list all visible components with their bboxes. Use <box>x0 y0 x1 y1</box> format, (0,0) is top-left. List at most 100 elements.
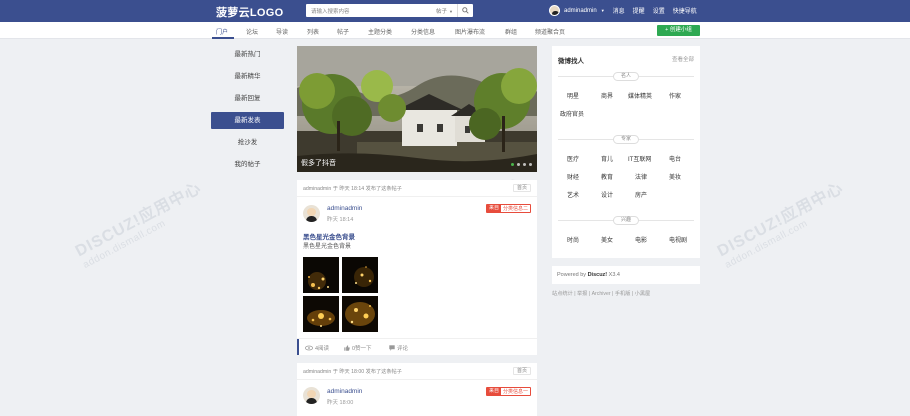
tag-link[interactable]: 商界 <box>601 91 613 100</box>
nav-item-posts[interactable]: 帖子 <box>337 27 349 36</box>
image-slider[interactable]: 假多了抖音 <box>297 46 537 172</box>
post-tag[interactable]: 首页 <box>512 367 531 375</box>
watermark: DISCUZ!应用中心addon.dismall.com <box>714 179 847 271</box>
post-title[interactable]: 黑色星光金色背景 <box>303 231 355 241</box>
like-button[interactable]: 0赞一下 <box>344 344 372 352</box>
chevron-down-icon[interactable]: ▼ <box>601 8 605 13</box>
tag-link[interactable]: 美妆 <box>669 172 681 181</box>
tag-link[interactable]: 法律 <box>635 172 647 181</box>
avatar[interactable] <box>549 5 560 16</box>
slider-dot[interactable] <box>529 163 532 166</box>
tag-link[interactable]: IT互联网 <box>628 154 651 163</box>
tag-link[interactable]: 财经 <box>567 172 579 181</box>
people-panel: 微博找人 查看全部 名人 明星 商界 媒体精英 作家 政府官员 专家 医疗 育儿… <box>552 46 700 258</box>
active-indicator <box>297 339 299 355</box>
tag-link[interactable]: 设计 <box>601 190 613 199</box>
search-button[interactable] <box>457 4 473 17</box>
footer-links[interactable]: 站点统计 | 举报 | Archiver | 手机版 | 小黑屋 <box>552 290 650 297</box>
post-source-badge[interactable]: 来自 分类信息一 <box>485 387 531 396</box>
comment-button[interactable]: 评论 <box>389 344 408 352</box>
view-all-link[interactable]: 查看全部 <box>672 55 694 63</box>
post-tag[interactable]: 首页 <box>512 184 531 192</box>
tag-link[interactable]: 明星 <box>567 91 579 100</box>
nav-item-classified[interactable]: 分类信息 <box>411 27 435 36</box>
slider-image <box>297 46 537 172</box>
nav-item-guide[interactable]: 导读 <box>276 27 288 36</box>
left-menu: 最新热门 最新精华 最新回复 最新发表 抢沙发 我的帖子 <box>211 46 284 178</box>
tag-link[interactable]: 电视剧 <box>669 235 687 244</box>
tag-link[interactable]: 电影 <box>635 235 647 244</box>
nav-item-channel[interactable]: 频道聚合页 <box>535 27 565 36</box>
tag-group: 兴趣 时尚 美女 电影 电视剧 <box>558 216 694 246</box>
nav-item-list[interactable]: 列表 <box>307 27 319 36</box>
link-settings[interactable]: 设置 <box>653 6 665 15</box>
post-image[interactable] <box>342 296 378 332</box>
post-card: adminadmin 于 昨天 18:00 发布了这条帖子 首页 adminad… <box>297 363 537 416</box>
slider-dots <box>511 163 532 166</box>
main-nav: 门户 论坛 导读 列表 帖子 主题分类 分类信息 图片瀑布流 群组 频道聚合页 … <box>0 22 910 39</box>
panel-title: 微博找人 <box>558 58 584 65</box>
menu-item-latest-reply[interactable]: 最新回复 <box>211 90 284 107</box>
watermark: DISCUZ!应用中心addon.dismall.com <box>72 179 205 271</box>
link-notifications[interactable]: 提醒 <box>633 6 645 15</box>
post-summary: 黑色星光金色背景 <box>303 244 352 250</box>
nav-item-topic-categories[interactable]: 主题分类 <box>368 27 392 36</box>
slider-dot[interactable] <box>517 163 520 166</box>
group-label: 名人 <box>612 72 640 81</box>
powered-brand-link[interactable]: Discuz! <box>588 272 608 278</box>
post-author[interactable]: adminadmin <box>327 205 362 212</box>
tag-link[interactable]: 媒体精英 <box>628 91 652 100</box>
post-time: 昨天 18:14 <box>327 217 354 223</box>
nav-item-portal[interactable]: 门户 <box>216 27 228 36</box>
menu-item-sofa[interactable]: 抢沙发 <box>211 134 284 151</box>
link-messages[interactable]: 消息 <box>613 6 625 15</box>
post-author[interactable]: adminadmin <box>327 388 362 395</box>
search-icon <box>462 7 469 14</box>
tag-link[interactable]: 美女 <box>601 235 613 244</box>
search-input[interactable]: 请输入搜索内容 <box>311 7 350 15</box>
divider <box>297 379 537 380</box>
post-meta: adminadmin 于 昨天 18:14 发布了这条帖子 <box>303 186 402 192</box>
nav-item-forum[interactable]: 论坛 <box>246 27 258 36</box>
post-image[interactable] <box>303 296 339 332</box>
tag-link[interactable]: 育儿 <box>601 154 613 163</box>
tag-link[interactable]: 政府官员 <box>560 109 584 118</box>
tag-link[interactable]: 艺术 <box>567 190 579 199</box>
tag-link[interactable]: 房产 <box>635 190 647 199</box>
menu-item-hot[interactable]: 最新热门 <box>211 46 284 63</box>
tag-group: 专家 医疗 育儿 IT互联网 电台 财经 教育 法律 美妆 艺术 设计 房产 <box>558 135 694 201</box>
menu-item-my-posts[interactable]: 我的帖子 <box>211 156 284 173</box>
menu-item-latest-post[interactable]: 最新发表 <box>211 112 284 129</box>
tag-link[interactable]: 医疗 <box>567 154 579 163</box>
post-source-badge[interactable]: 来自 分类信息二 <box>485 204 531 213</box>
views-count: 4阅读 <box>305 344 329 352</box>
avatar[interactable] <box>303 205 320 222</box>
site-logo[interactable]: 菠萝云LOGO <box>216 4 284 20</box>
tag-link[interactable]: 教育 <box>601 172 613 181</box>
slider-dot[interactable] <box>523 163 526 166</box>
slider-dot[interactable] <box>511 163 514 166</box>
divider <box>297 196 537 197</box>
search-box[interactable]: 请输入搜索内容 帖子 ▼ <box>306 4 473 17</box>
post-image[interactable] <box>303 257 339 293</box>
nav-item-waterfall[interactable]: 图片瀑布流 <box>455 27 485 36</box>
eye-icon <box>305 345 313 351</box>
avatar[interactable] <box>303 387 320 404</box>
comment-icon <box>389 345 395 351</box>
username[interactable]: adminadmin <box>564 8 597 14</box>
thumbs-up-icon <box>344 345 350 351</box>
search-type-select[interactable]: 帖子 ▼ <box>436 7 453 15</box>
slider-caption[interactable]: 假多了抖音 <box>301 158 336 168</box>
tag-link[interactable]: 电台 <box>669 154 681 163</box>
group-label: 兴趣 <box>612 216 640 225</box>
tag-link[interactable]: 时尚 <box>567 235 579 244</box>
post-image[interactable] <box>342 257 378 293</box>
link-quick-nav[interactable]: 快捷导航 <box>673 6 697 15</box>
group-label: 专家 <box>612 135 640 144</box>
tag-link[interactable]: 作家 <box>669 91 681 100</box>
nav-item-groups[interactable]: 群组 <box>505 27 517 36</box>
powered-by: Powered by Discuz! X3.4 <box>552 266 700 284</box>
top-header: 菠萝云LOGO 请输入搜索内容 帖子 ▼ adminadmin ▼ 消息 提醒 设… <box>0 0 910 22</box>
create-group-button[interactable]: + 创建小组 <box>657 25 700 36</box>
menu-item-digest[interactable]: 最新精华 <box>211 68 284 85</box>
